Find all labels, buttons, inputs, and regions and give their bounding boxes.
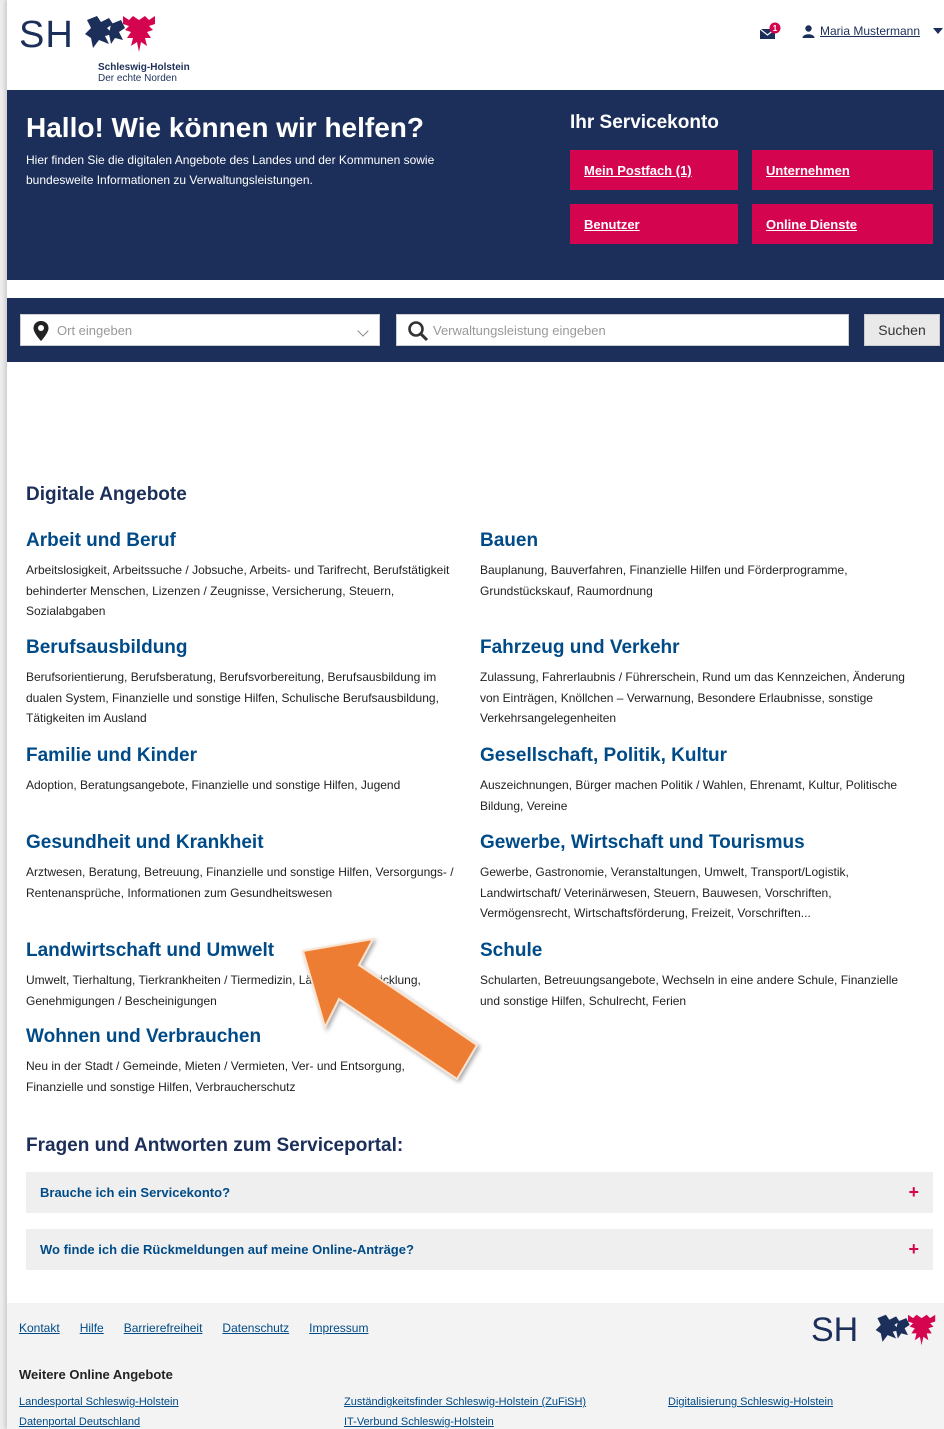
- more-offers-title: Weitere Online Angebote: [19, 1367, 173, 1382]
- footer-link-hilfe[interactable]: Hilfe: [80, 1321, 104, 1335]
- category-description: Arztwesen, Beratung, Betreuung, Finanzie…: [26, 865, 454, 900]
- category-title[interactable]: Bauen: [480, 530, 910, 552]
- footer-link-kontakt[interactable]: Kontakt: [19, 1321, 60, 1335]
- search-icon: [408, 321, 429, 342]
- category-title[interactable]: Familie und Kinder: [26, 745, 456, 767]
- category-gesundheit-und-krankheit: Gesundheit und Krankheit Arztwesen, Bera…: [26, 832, 456, 903]
- category-title[interactable]: Gesellschaft, Politik, Kultur: [480, 745, 910, 767]
- digital-offers-heading: Digitale Angebote: [26, 484, 187, 505]
- location-input[interactable]: Ort eingeben: [20, 314, 380, 346]
- category-description: Bauplanung, Bauverfahren, Finanzielle Hi…: [480, 563, 848, 598]
- link-it-verbund[interactable]: IT-Verbund Schleswig-Holstein: [344, 1416, 494, 1428]
- category-description: Schularten, Betreuungsangebote, Wechseln…: [480, 973, 899, 1008]
- search-button[interactable]: Suchen: [864, 314, 940, 346]
- coat-of-arms-icon[interactable]: [873, 1313, 943, 1347]
- chevron-down-icon[interactable]: [357, 325, 369, 337]
- footer-link-impressum[interactable]: Impressum: [309, 1321, 368, 1335]
- faq-question[interactable]: Wo finde ich die Rückmeldungen auf meine…: [40, 1242, 414, 1257]
- benutzer-button[interactable]: Benutzer: [570, 204, 738, 244]
- mein-postfach-button[interactable]: Mein Postfach (1): [570, 150, 738, 190]
- mail-icon[interactable]: 1: [759, 22, 781, 42]
- coat-of-arms-icon[interactable]: [83, 14, 163, 54]
- orange-arrow-annotation: [301, 937, 479, 1081]
- category-arbeit-und-beruf: Arbeit und Beruf Arbeitslosigkeit, Arbei…: [26, 530, 456, 622]
- category-title[interactable]: Arbeit und Beruf: [26, 530, 456, 552]
- chevron-down-icon[interactable]: [933, 28, 944, 34]
- link-zufish[interactable]: Zuständigkeitsfinder Schleswig-Holstein …: [344, 1396, 586, 1408]
- hero-banner: Hallo! Wie können wir helfen? Hier finde…: [7, 90, 944, 280]
- category-familie-und-kinder: Familie und Kinder Adoption, Beratungsan…: [26, 745, 456, 796]
- top-header: SH Schleswig-Holstein Der echte Norden 1: [7, 0, 944, 90]
- category-berufsausbildung: Berufsausbildung Berufsorientierung, Ber…: [26, 637, 456, 729]
- online-dienste-button[interactable]: Online Dienste: [752, 204, 933, 244]
- category-title[interactable]: Schule: [480, 940, 910, 962]
- category-description: Auszeichnungen, Bürger machen Politik / …: [480, 778, 898, 813]
- service-search-input[interactable]: Verwaltungsleistung eingeben: [396, 314, 849, 346]
- user-icon: [802, 24, 815, 38]
- plus-icon[interactable]: +: [908, 1182, 919, 1203]
- page: SH Schleswig-Holstein Der echte Norden 1: [7, 0, 944, 1429]
- category-gewerbe-wirtschaft-tourismus: Gewerbe, Wirtschaft und Tourismus Gewerb…: [480, 832, 910, 924]
- link-datenportal[interactable]: Datenportal Deutschland: [19, 1416, 140, 1428]
- faq-item[interactable]: Brauche ich ein Servicekonto? +: [26, 1172, 933, 1213]
- service-placeholder: Verwaltungsleistung eingeben: [433, 323, 606, 338]
- logo-subtitle-line-1: Schleswig-Holstein: [98, 62, 190, 73]
- logo-subtitle-line-2: Der echte Norden: [98, 73, 177, 84]
- category-bauen: Bauen Bauplanung, Bauverfahren, Finanzie…: [480, 530, 910, 601]
- category-gesellschaft-politik-kultur: Gesellschaft, Politik, Kultur Auszeichnu…: [480, 745, 910, 816]
- category-schule: Schule Schularten, Betreuungsangebote, W…: [480, 940, 910, 1011]
- location-placeholder: Ort eingeben: [57, 323, 133, 338]
- category-description: Berufsorientierung, Berufsberatung, Beru…: [26, 670, 439, 725]
- category-fahrzeug-und-verkehr: Fahrzeug und Verkehr Zulassung, Fahrerla…: [480, 637, 910, 729]
- logo-subtitle: Schleswig-Holstein Der echte Norden: [98, 62, 190, 84]
- category-description: Zulassung, Fahrerlaubnis / Führerschein,…: [480, 670, 905, 725]
- logo-text[interactable]: SH: [19, 14, 74, 57]
- category-description: Gewerbe, Gastronomie, Veranstaltungen, U…: [480, 865, 849, 920]
- category-title[interactable]: Gewerbe, Wirtschaft und Tourismus: [480, 832, 910, 854]
- faq-item[interactable]: Wo finde ich die Rückmeldungen auf meine…: [26, 1229, 933, 1270]
- link-landesportal[interactable]: Landesportal Schleswig-Holstein: [19, 1396, 179, 1408]
- category-title[interactable]: Berufsausbildung: [26, 637, 456, 659]
- servicekonto-title: Ihr Servicekonto: [570, 112, 719, 133]
- faq-question[interactable]: Brauche ich ein Servicekonto?: [40, 1185, 230, 1200]
- hero-title: Hallo! Wie können wir helfen?: [26, 112, 425, 143]
- user-menu[interactable]: Maria Mustermann: [802, 24, 944, 38]
- faq-heading: Fragen und Antworten zum Serviceportal:: [26, 1135, 404, 1156]
- footer-logo-text[interactable]: SH: [811, 1311, 858, 1350]
- category-title[interactable]: Gesundheit und Krankheit: [26, 832, 456, 854]
- hero-text: Hier finden Sie die digitalen Angebote d…: [26, 153, 435, 187]
- user-name[interactable]: Maria Mustermann: [820, 24, 920, 38]
- plus-icon[interactable]: +: [908, 1239, 919, 1260]
- location-pin-icon: [33, 321, 49, 341]
- unternehmen-button[interactable]: Unternehmen: [752, 150, 933, 190]
- footer-links: Kontakt Hilfe Barrierefreiheit Datenschu…: [19, 1321, 368, 1335]
- link-digitalisierung[interactable]: Digitalisierung Schleswig-Holstein: [668, 1396, 833, 1408]
- footer-link-datenschutz[interactable]: Datenschutz: [222, 1321, 289, 1335]
- category-title[interactable]: Fahrzeug und Verkehr: [480, 637, 910, 659]
- category-description: Arbeitslosigkeit, Arbeitssuche / Jobsuch…: [26, 563, 450, 618]
- category-description: Adoption, Beratungsangebote, Finanzielle…: [26, 778, 401, 792]
- footer: Kontakt Hilfe Barrierefreiheit Datenschu…: [7, 1303, 944, 1429]
- mail-badge-count: 1: [773, 24, 778, 33]
- footer-link-barrierefreiheit[interactable]: Barrierefreiheit: [124, 1321, 203, 1335]
- search-bar: Ort eingeben Verwaltungsleistung eingebe…: [7, 298, 944, 362]
